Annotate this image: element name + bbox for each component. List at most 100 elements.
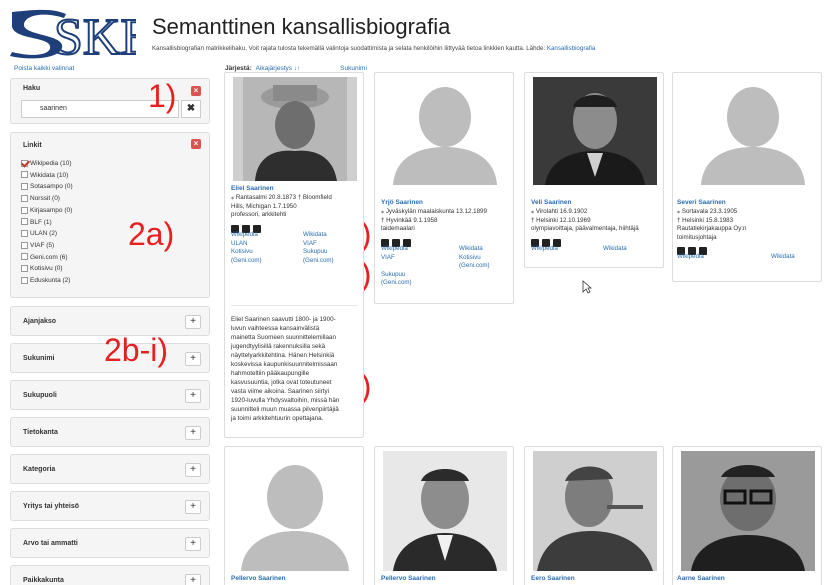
search-title: Haku bbox=[23, 85, 41, 92]
wikipedia-link[interactable]: Wikipedia bbox=[381, 245, 412, 254]
logo-text: SKB bbox=[54, 9, 136, 62]
card-name[interactable]: Yrjö Saarinen bbox=[381, 199, 423, 206]
expand-facet-button[interactable]: + bbox=[185, 315, 201, 329]
links-facet-option[interactable]: Eduskunta (2) bbox=[21, 276, 70, 286]
source-link[interactable]: Kansallisbiografia bbox=[547, 45, 596, 52]
wikidata-link[interactable]: Wikidata bbox=[771, 253, 795, 262]
portrait-photo[interactable] bbox=[681, 451, 815, 571]
checkbox[interactable] bbox=[21, 206, 28, 214]
wikipedia-link[interactable]: Wikipedia bbox=[677, 253, 704, 262]
sukupuu-link[interactable]: Sukupuu bbox=[303, 248, 334, 257]
card-name[interactable]: Pellervo Saarinen bbox=[231, 575, 286, 582]
person-card: Pellervo Saarinen bbox=[224, 446, 364, 585]
facet-title: Arvo tai ammatti bbox=[23, 540, 78, 547]
checkbox[interactable] bbox=[21, 241, 28, 249]
sukupuu-link[interactable]: Sukupuu bbox=[381, 271, 412, 280]
facet-title: Yritys tai yhteisö bbox=[23, 503, 80, 510]
wikidata-link[interactable]: Wikidata bbox=[603, 245, 627, 254]
kotisivu-link[interactable]: Kotisivu bbox=[459, 254, 490, 263]
geni-link[interactable]: (Geni.com) bbox=[303, 257, 334, 266]
checkbox[interactable] bbox=[21, 229, 28, 237]
sort-option-surname[interactable]: Sukunimi bbox=[340, 65, 367, 72]
card-details: ⁎ Jyväskylän maalaiskunta 13.12.1899 † H… bbox=[381, 208, 487, 232]
geni-link[interactable]: (Geni.com) bbox=[459, 262, 490, 271]
links-facet-option[interactable]: Kirjasampo (0) bbox=[21, 206, 72, 216]
checkbox[interactable] bbox=[21, 253, 28, 261]
wikipedia-link[interactable]: Wikipedia bbox=[531, 245, 558, 254]
ulan-link[interactable]: ULAN bbox=[231, 240, 262, 249]
wikidata-link[interactable]: Wikidata bbox=[459, 245, 490, 254]
expand-facet-button[interactable]: + bbox=[185, 389, 201, 403]
links-facet-option[interactable]: Kotisivu (0) bbox=[21, 264, 63, 274]
card-details: ⁎ Rantasalmi 20.8.1873 † Bloomfield Hill… bbox=[231, 194, 332, 218]
checkbox[interactable] bbox=[21, 183, 28, 191]
geni-link[interactable]: (Geni.com) bbox=[381, 279, 412, 288]
checkbox[interactable] bbox=[21, 159, 28, 167]
placeholder-avatar[interactable] bbox=[681, 77, 821, 185]
checkbox[interactable] bbox=[21, 171, 28, 179]
card-name[interactable]: Severi Saarinen bbox=[677, 199, 726, 206]
links-facet-title: Linkit bbox=[23, 142, 42, 149]
kotisivu-link[interactable]: Kotisivu bbox=[231, 248, 262, 257]
card-name[interactable]: Veli Saarinen bbox=[531, 199, 571, 206]
facet-panel[interactable]: Yritys tai yhteisö + bbox=[10, 491, 210, 521]
annotation-1: 1) bbox=[148, 78, 177, 114]
checkbox-label: Eduskunta (2) bbox=[30, 277, 71, 284]
card-name[interactable]: Pellervo Saarinen bbox=[381, 575, 436, 582]
facet-panel[interactable]: Paikkakunta + bbox=[10, 565, 210, 585]
checkbox[interactable] bbox=[21, 276, 28, 284]
card-links-right: Wikidata Kotisivu (Geni.com) bbox=[459, 245, 490, 271]
remove-search-button[interactable]: × bbox=[191, 86, 201, 96]
expand-facet-button[interactable]: + bbox=[185, 426, 201, 440]
portrait-photo[interactable] bbox=[533, 77, 657, 185]
bio-line: jugendtyylisillä rakennuksilla sekä bbox=[231, 343, 326, 350]
card-links-left: Wikipedia ULAN Kotisivu (Geni.com) bbox=[231, 231, 262, 265]
wikipedia-link[interactable]: Wikipedia bbox=[231, 231, 262, 240]
links-facet-option[interactable]: Geni.com (6) bbox=[21, 253, 68, 263]
expand-facet-button[interactable]: + bbox=[185, 352, 201, 366]
person-card: Veli Saarinen ⁎ Virolahti 16.9.1902 † He… bbox=[524, 72, 664, 268]
expand-facet-button[interactable]: + bbox=[185, 463, 201, 477]
expand-facet-button[interactable]: + bbox=[185, 574, 201, 585]
sort-option-time[interactable]: Aikajärjestys ↓↑ bbox=[256, 65, 301, 72]
card-name[interactable]: Eero Saarinen bbox=[531, 575, 575, 582]
links-facet-option[interactable]: VIAF (5) bbox=[21, 241, 54, 251]
checkbox-label: Sotasampo (0) bbox=[30, 183, 73, 191]
placeholder-avatar[interactable] bbox=[233, 451, 357, 571]
search-clear-button[interactable]: ✖ bbox=[181, 100, 201, 118]
facet-panel[interactable]: Kategoria + bbox=[10, 454, 210, 484]
remove-links-facet-button[interactable]: × bbox=[191, 139, 201, 149]
viaf-link[interactable]: VIAF bbox=[381, 254, 412, 263]
portrait-photo[interactable] bbox=[533, 451, 657, 571]
viaf-link[interactable]: VIAF bbox=[303, 240, 334, 249]
links-facet-option[interactable]: Wikidata (10) bbox=[21, 171, 68, 181]
facet-panel[interactable]: Sukupuoli + bbox=[10, 380, 210, 410]
portrait-photo[interactable] bbox=[233, 77, 357, 181]
links-facet-option[interactable]: ULAN (2) bbox=[21, 229, 57, 239]
placeholder-avatar[interactable] bbox=[383, 77, 507, 185]
checkbox[interactable] bbox=[21, 194, 28, 202]
checkbox[interactable] bbox=[21, 265, 28, 273]
expand-facet-button[interactable]: + bbox=[185, 537, 201, 551]
facet-title: Ajanjakso bbox=[23, 318, 57, 325]
portrait-photo[interactable] bbox=[383, 451, 507, 571]
checkbox-label: Wikidata (10) bbox=[30, 171, 69, 179]
checkbox[interactable] bbox=[21, 218, 28, 226]
geni-link[interactable]: (Geni.com) bbox=[231, 257, 262, 266]
bio-line: ja toimi arkkitehtuurin opettajana. bbox=[231, 415, 324, 422]
facet-panel[interactable]: Tietokanta + bbox=[10, 417, 210, 447]
links-facet-option[interactable]: Wikipedia (10) bbox=[21, 159, 72, 169]
links-facet-option[interactable]: BLF (1) bbox=[21, 218, 52, 228]
clear-all-link[interactable]: Poista kaikki valinnat bbox=[14, 65, 74, 72]
card-name[interactable]: Eliel Saarinen bbox=[231, 185, 274, 192]
bio-line: suunnitteli muun muassa pilvenpiirtäjiä bbox=[231, 406, 339, 413]
card-name[interactable]: Aarne Saarinen bbox=[677, 575, 725, 582]
bio-line: näyttelyarkkitehtina. Hänen Helsinkiä bbox=[231, 352, 335, 359]
links-facet-option[interactable]: Sotasampo (0) bbox=[21, 182, 73, 192]
annotation-2b-i: 2b-i) bbox=[104, 332, 169, 368]
links-facet-option[interactable]: Norssit (0) bbox=[21, 194, 60, 204]
facet-panel[interactable]: Arvo tai ammatti + bbox=[10, 528, 210, 558]
card-bio: Eliel Saarinen saavutti 1800- ja 1900- lu… bbox=[231, 315, 339, 423]
wikidata-link[interactable]: Wikidata bbox=[303, 231, 334, 240]
expand-facet-button[interactable]: + bbox=[185, 500, 201, 514]
